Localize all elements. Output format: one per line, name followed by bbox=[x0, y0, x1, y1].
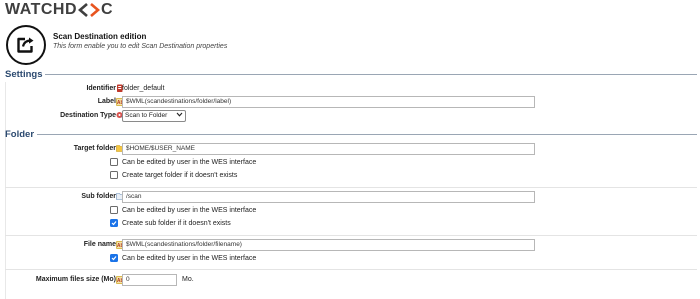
checkbox-label: Create target folder if it doesn't exist… bbox=[122, 171, 238, 179]
settings-section-title: Settings bbox=[5, 69, 43, 80]
max-file-size-label: Maximum files size (Mo) bbox=[35, 276, 116, 283]
sub-folder-row: Sub folder /scan Can be edited by user i… bbox=[5, 191, 695, 233]
file-name-label: File name bbox=[83, 241, 116, 248]
max-file-size-input[interactable]: 0 bbox=[122, 274, 177, 286]
identifier-row: Identifier folder_default bbox=[5, 84, 695, 94]
checkbox[interactable] bbox=[110, 171, 118, 179]
target-folder-row: Target folder $HOME/$USER_NAME Can be ed… bbox=[5, 143, 695, 185]
logo-text-prefix: WATCHD bbox=[5, 0, 78, 18]
section-rule bbox=[37, 134, 697, 135]
create-sub-folder-checkbox[interactable]: Create sub folder if it doesn't exists bbox=[110, 219, 231, 227]
row-divider bbox=[5, 235, 697, 236]
file-name-input[interactable]: $WML(scandestinations/folder/filename) bbox=[122, 239, 535, 251]
check-icon bbox=[111, 221, 117, 226]
destination-type-selected: Scan to Folder bbox=[125, 112, 168, 119]
section-rule bbox=[45, 74, 697, 75]
create-target-folder-checkbox[interactable]: Create target folder if it doesn't exist… bbox=[110, 171, 237, 179]
sub-folder-label: Sub folder bbox=[81, 193, 116, 200]
checkbox-label: Create sub folder if it doesn't exists bbox=[122, 219, 231, 227]
sub-folder-editable-checkbox[interactable]: Can be edited by user in the WES interfa… bbox=[110, 206, 256, 214]
checkbox-label: Can be edited by user in the WES interfa… bbox=[122, 158, 257, 166]
logo-chevrons-icon bbox=[78, 2, 101, 17]
folder-section-header: Folder bbox=[5, 129, 697, 140]
file-name-editable-checkbox[interactable]: Can be edited by user in the WES interfa… bbox=[110, 254, 256, 262]
watchdoc-logo: WATCHD C bbox=[5, 1, 113, 18]
identifier-label: Identifier bbox=[86, 85, 116, 92]
logo-text-suffix: C bbox=[101, 0, 114, 18]
check-icon bbox=[111, 256, 117, 261]
target-folder-editable-checkbox[interactable]: Can be edited by user in the WES interfa… bbox=[110, 158, 256, 166]
max-file-size-row: Maximum files size (Mo) Ab 0 Mo. bbox=[5, 274, 695, 288]
page-header: Scan Destination edition This form enabl… bbox=[6, 25, 256, 65]
checkbox-label: Can be edited by user in the WES interfa… bbox=[122, 206, 257, 214]
checkbox-label: Can be edited by user in the WES interfa… bbox=[122, 254, 257, 262]
checkbox[interactable] bbox=[110, 158, 118, 166]
checkbox[interactable] bbox=[110, 206, 118, 214]
identifier-value: folder_default bbox=[122, 85, 165, 92]
checkbox-checked[interactable] bbox=[110, 254, 118, 262]
edit-square-arrow-icon bbox=[6, 25, 46, 65]
row-divider bbox=[5, 187, 697, 188]
target-folder-input[interactable]: $HOME/$USER_NAME bbox=[122, 143, 535, 155]
destination-type-select[interactable]: Scan to Folder bbox=[122, 110, 186, 122]
max-file-size-unit: Mo. bbox=[182, 276, 194, 283]
label-row: Label Ab $WML(scandestinations/folder/la… bbox=[5, 96, 695, 108]
folder-section-title: Folder bbox=[5, 129, 35, 140]
destination-type-row: Destination Type Scan to Folder bbox=[5, 110, 695, 122]
chevron-down-icon bbox=[176, 111, 183, 121]
sub-folder-input[interactable]: /scan bbox=[122, 191, 535, 203]
settings-section-header: Settings bbox=[5, 69, 697, 80]
target-folder-label: Target folder bbox=[73, 145, 116, 152]
page-title: Scan Destination edition bbox=[53, 32, 147, 41]
destination-type-label: Destination Type bbox=[60, 112, 116, 119]
label-input[interactable]: $WML(scandestinations/folder/label) bbox=[122, 96, 535, 108]
file-name-row: File name Ab $WML(scandestinations/folde… bbox=[5, 239, 695, 267]
checkbox-checked[interactable] bbox=[110, 219, 118, 227]
page-subtitle: This form enable you to edit Scan Destin… bbox=[53, 43, 228, 50]
row-divider bbox=[5, 269, 697, 270]
label-label: Label bbox=[97, 98, 116, 105]
